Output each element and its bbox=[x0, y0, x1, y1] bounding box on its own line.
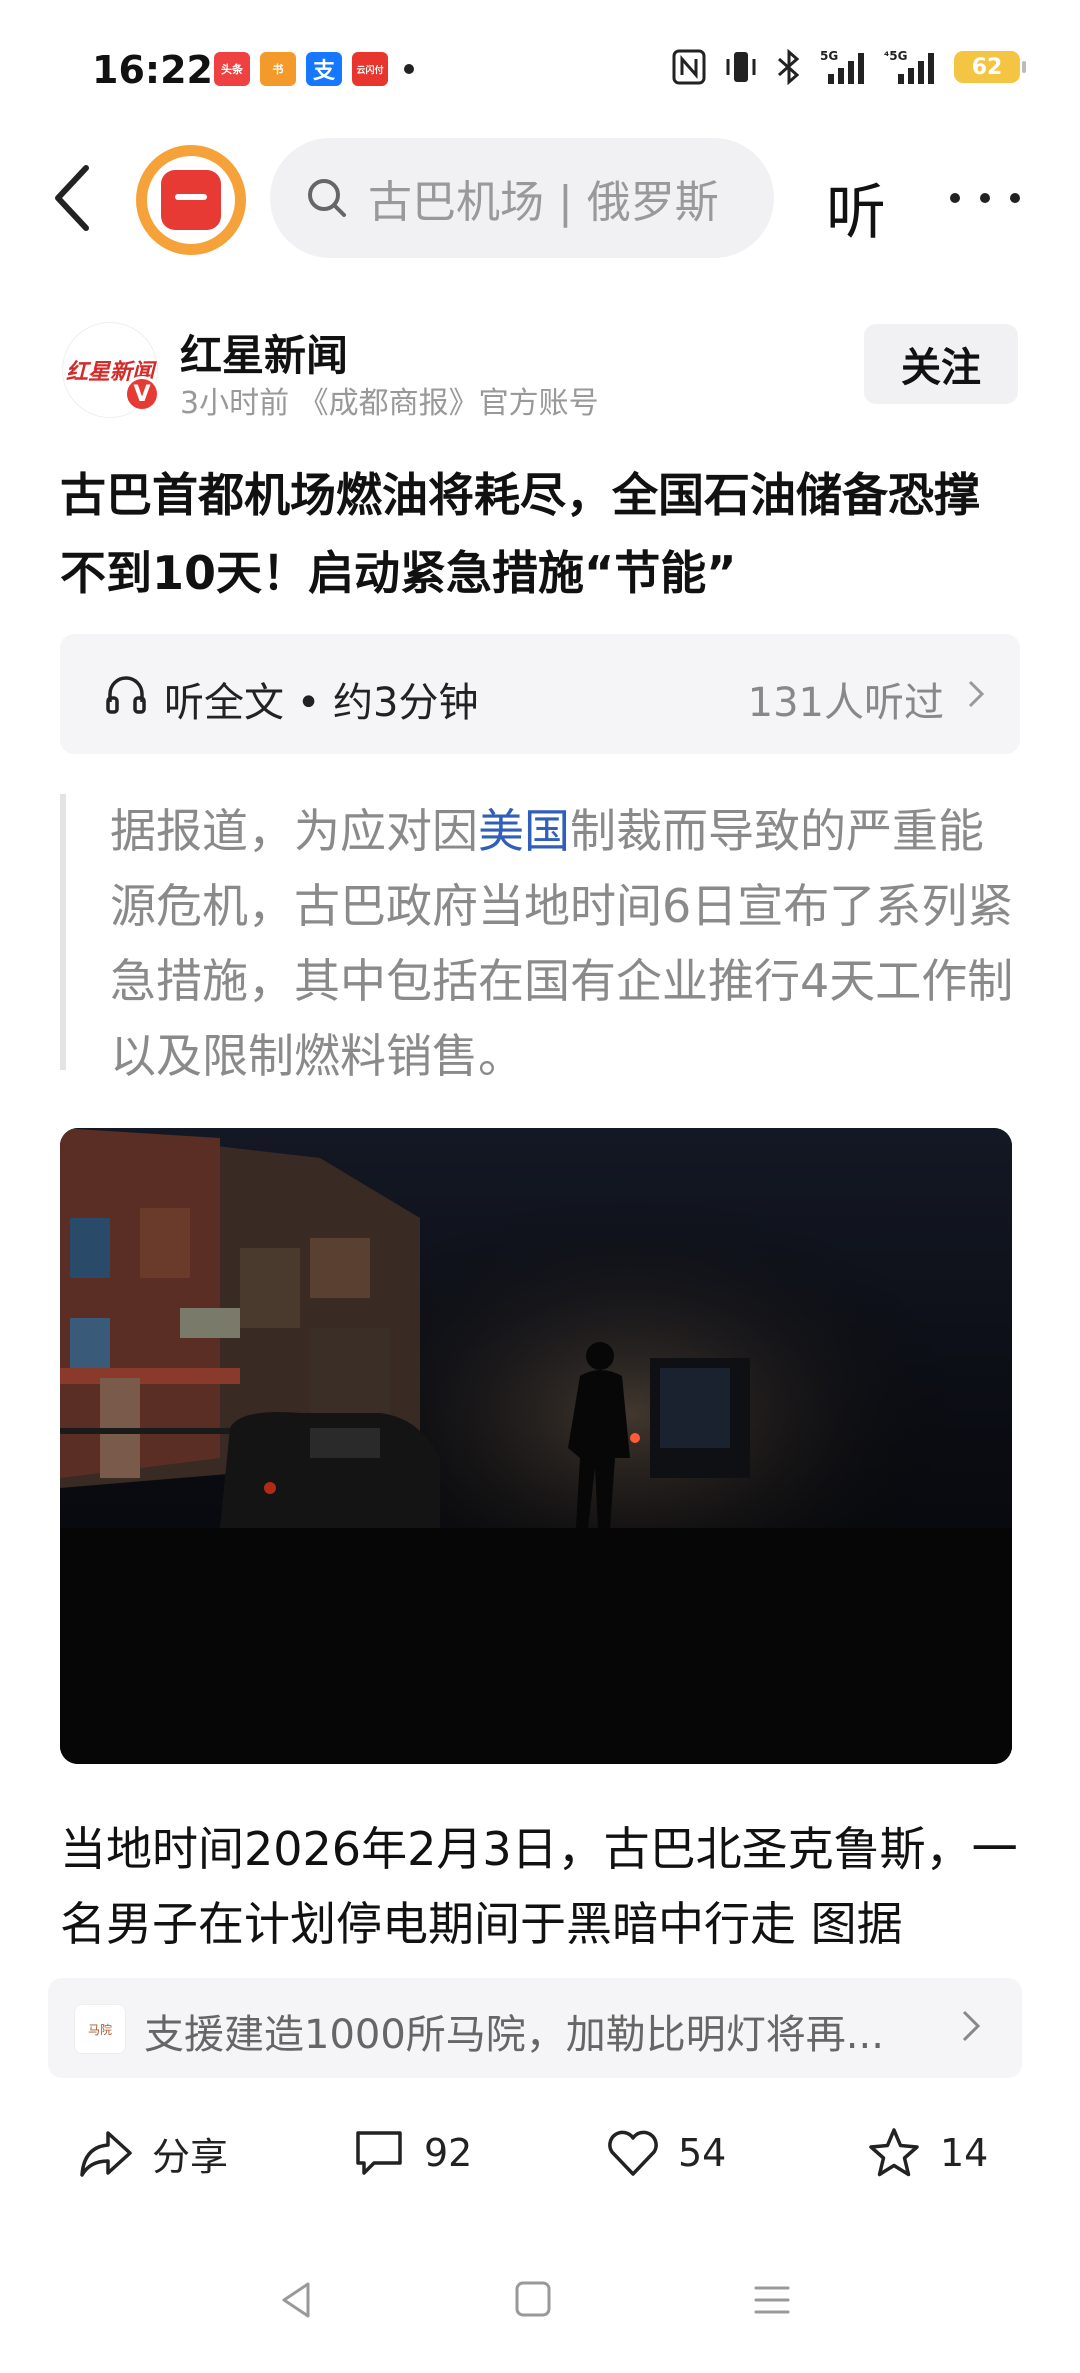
app-logo[interactable] bbox=[136, 145, 246, 255]
comment-button[interactable]: 92 bbox=[352, 2108, 472, 2198]
article-photo[interactable] bbox=[60, 1128, 1012, 1764]
like-button[interactable]: 54 bbox=[606, 2108, 726, 2198]
chevron-right-icon bbox=[968, 680, 985, 708]
related-article-thumbnail-icon: 马院 bbox=[74, 2004, 126, 2054]
author-row: 红星新闻 V 红星新闻 3小时前 《成都商报》官方账号 关注 bbox=[62, 318, 1018, 424]
notification-icons: 头条 书 支 云闪付 bbox=[214, 52, 414, 86]
search-placeholder: 古巴机场 | 俄罗斯 bbox=[368, 177, 719, 228]
alipay-notification-icon: 支 bbox=[306, 52, 342, 86]
favorite-count: 14 bbox=[940, 2131, 989, 2175]
signal-5g-icon: 5G bbox=[820, 49, 864, 84]
nav-menu-icon[interactable] bbox=[752, 2280, 792, 2320]
app-logo-icon bbox=[161, 170, 221, 230]
bluetooth-icon bbox=[778, 48, 800, 86]
vibrate-icon bbox=[726, 52, 756, 82]
search-input[interactable]: 古巴机场 | 俄罗斯 bbox=[270, 138, 774, 258]
night-street-photo bbox=[60, 1128, 1012, 1764]
reader-notification-icon: 书 bbox=[260, 52, 296, 86]
article-action-bar: 分享 92 54 14 bbox=[0, 2108, 1080, 2198]
listen-button[interactable]: 听 bbox=[826, 164, 886, 251]
share-button[interactable]: 分享 bbox=[78, 2108, 228, 2198]
status-time: 16:22 bbox=[92, 48, 213, 92]
star-icon bbox=[869, 2128, 919, 2177]
nav-back-icon[interactable] bbox=[276, 2280, 316, 2320]
comment-icon bbox=[356, 2131, 402, 2175]
back-icon[interactable] bbox=[48, 162, 100, 234]
svg-text:⁴5G: ⁴5G bbox=[884, 49, 907, 63]
signal-5g-icon-2: ⁴5G bbox=[884, 49, 934, 84]
comment-count: 92 bbox=[424, 2131, 473, 2175]
listen-full-text-bar[interactable]: 听全文 • 约3分钟 131人听过 bbox=[60, 634, 1020, 754]
like-count: 54 bbox=[678, 2131, 727, 2175]
more-notifications-dot-icon bbox=[404, 64, 414, 74]
follow-button[interactable]: 关注 bbox=[864, 324, 1018, 404]
author-name[interactable]: 红星新闻 bbox=[180, 322, 348, 383]
related-article-card[interactable]: 马院 支援建造1000所马院，加勒比明灯将再... bbox=[48, 1978, 1022, 2078]
keyword-link-usa[interactable]: 美国 bbox=[478, 804, 570, 858]
article-title: 古巴首都机场燃油将耗尽，全国石油储备恐撑不到10天！启动紧急措施“节能” bbox=[60, 468, 980, 600]
system-icons: 5G ⁴5G 62 bbox=[672, 48, 1026, 86]
quote-text-start: 据报道，为应对因 bbox=[110, 804, 478, 858]
search-icon bbox=[308, 179, 346, 217]
article-summary-quote: 据报道，为应对因美国制裁而导致的严重能源危机，古巴政府当地时间6日宣布了系列紧急… bbox=[60, 794, 1020, 1083]
listen-label: 听全文 • 约3分钟 bbox=[164, 680, 479, 726]
cloudpay-notification-icon: 云闪付 bbox=[352, 52, 388, 86]
top-navigation: 古巴机场 | 俄罗斯 听 bbox=[0, 138, 1080, 258]
toutiao-notification-icon: 头条 bbox=[214, 52, 250, 86]
system-navigation-bar bbox=[0, 2240, 1080, 2373]
share-icon bbox=[80, 2131, 132, 2177]
related-article-title: 支援建造1000所马院，加勒比明灯将再... bbox=[144, 2012, 884, 2058]
headphones-icon bbox=[106, 676, 146, 714]
chevron-right-icon bbox=[962, 2010, 981, 2042]
heart-icon bbox=[608, 2130, 658, 2176]
author-meta: 3小时前 《成都商报》官方账号 bbox=[180, 386, 599, 421]
favorite-button[interactable]: 14 bbox=[866, 2108, 988, 2198]
verified-badge-icon: V bbox=[124, 376, 160, 412]
nfc-icon bbox=[672, 49, 706, 85]
svg-text:5G: 5G bbox=[820, 49, 838, 63]
nav-home-icon[interactable] bbox=[514, 2280, 552, 2318]
status-bar: 16:22 头条 书 支 云闪付 5G ⁴5G 62 bbox=[0, 0, 1080, 140]
battery-icon: 62 bbox=[954, 51, 1026, 83]
share-label: 分享 bbox=[152, 2134, 229, 2179]
photo-caption: 当地时间2026年2月3日，古巴北圣克鲁斯，一名男子在计划停电期间于黑暗中行走 … bbox=[60, 1822, 1018, 1951]
more-options-icon[interactable] bbox=[950, 168, 1020, 228]
listen-count: 131人听过 bbox=[747, 680, 944, 726]
